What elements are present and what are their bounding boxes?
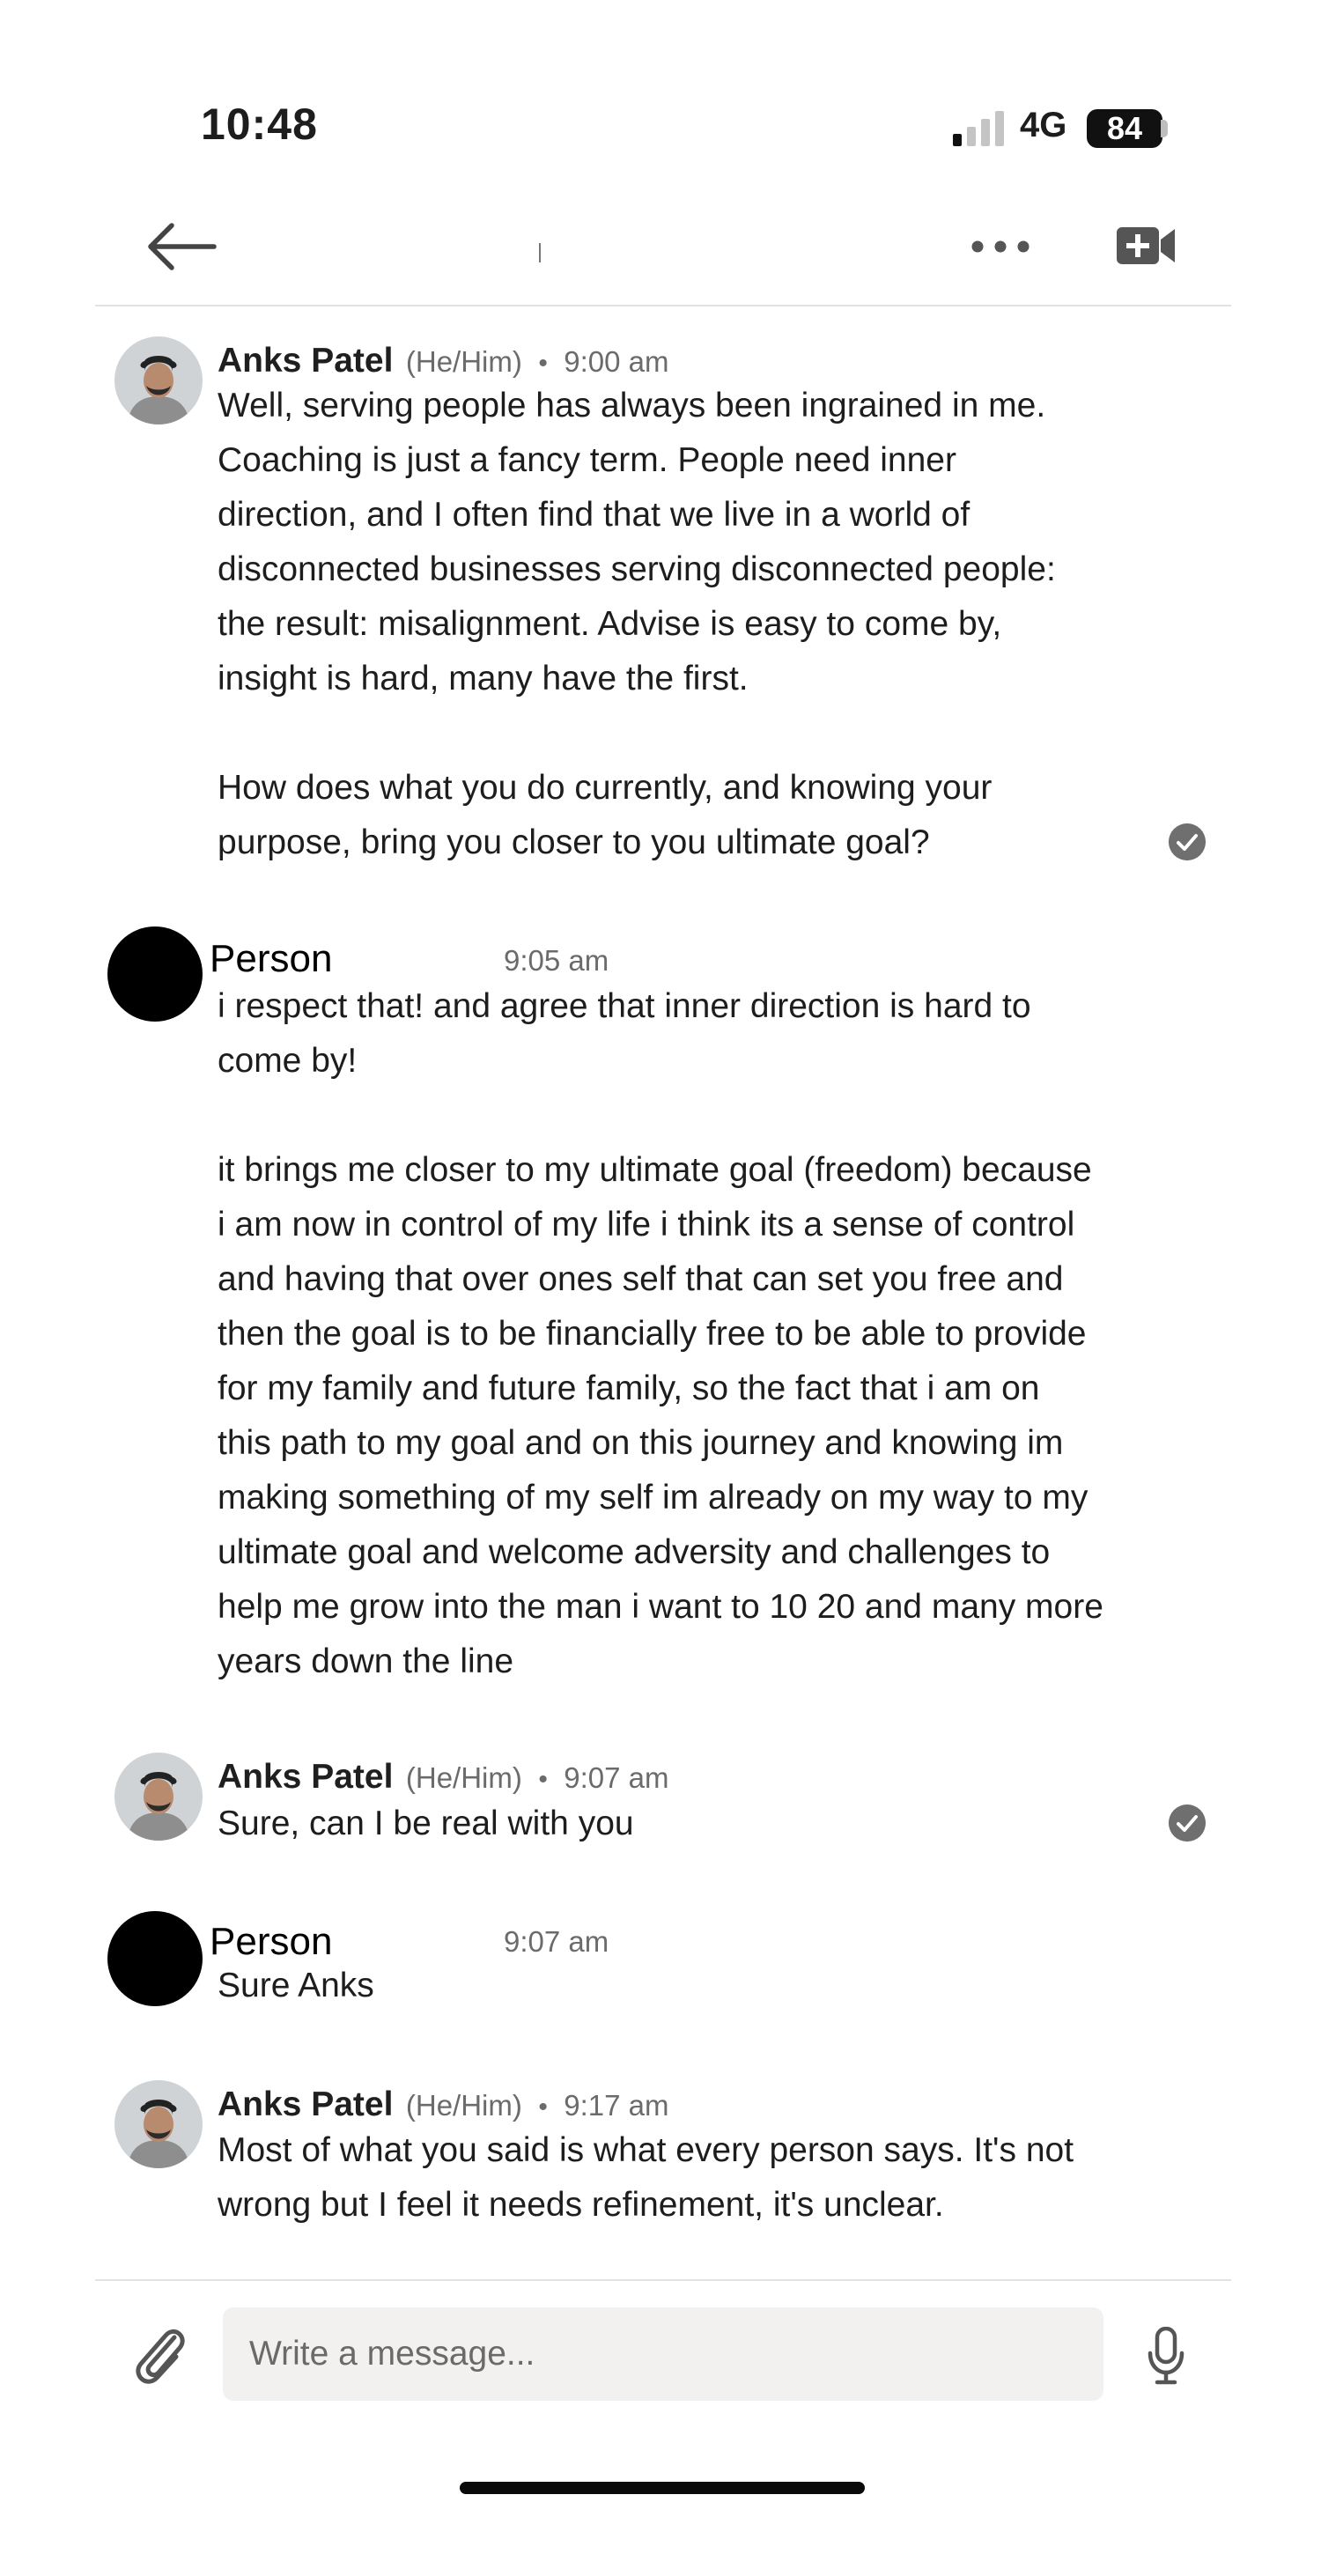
header-divider — [95, 305, 1231, 306]
composer-divider — [95, 2279, 1231, 2281]
message-time: 9:07 am — [564, 1761, 669, 1794]
network-label: 4G — [1020, 106, 1067, 144]
sender-name[interactable]: Anks Patel — [218, 2085, 393, 2123]
message-time: 9:07 am — [504, 1925, 609, 1958]
separator-dot: • — [538, 1765, 548, 1794]
message-text: Sure Anks — [218, 1967, 374, 2004]
signal-icon — [953, 111, 1004, 146]
read-receipt-icon — [1169, 823, 1206, 860]
microphone-icon[interactable] — [1147, 2327, 1185, 2385]
message-text: Well, serving people has always been ing… — [218, 387, 1056, 861]
more-options-icon[interactable] — [969, 229, 1032, 264]
back-arrow-icon[interactable] — [145, 222, 218, 271]
separator-dot: • — [538, 349, 548, 378]
sender-name[interactable]: Anks Patel — [218, 342, 393, 380]
message-input[interactable] — [223, 2307, 1103, 2401]
message-text: i respect that! and agree that inner dir… — [218, 987, 1103, 1680]
avatar[interactable] — [114, 2080, 203, 2168]
video-call-icon[interactable] — [1117, 224, 1177, 268]
sender-name[interactable]: Person — [210, 937, 332, 981]
sender-pronouns: (He/Him) — [405, 2089, 522, 2122]
avatar[interactable] — [107, 1911, 203, 2006]
message-header: Anks Patel (He/Him) • 9:00 am — [218, 342, 669, 380]
message-text: Sure, can I be real with you — [218, 1805, 634, 1842]
sender-name[interactable]: Person — [210, 1920, 332, 1964]
sender-pronouns: (He/Him) — [405, 1761, 522, 1794]
message-text: Most of what you said is what every pers… — [218, 2131, 1074, 2224]
status-time: 10:48 — [201, 100, 318, 149]
avatar[interactable] — [114, 336, 203, 424]
battery-tip — [1161, 120, 1168, 137]
sender-pronouns: (He/Him) — [405, 345, 522, 378]
message-time: 9:00 am — [564, 345, 669, 378]
message-header: Anks Patel (He/Him) • 9:07 am — [218, 1758, 669, 1797]
message-header: Anks Patel (He/Him) • 9:17 am — [218, 2085, 669, 2124]
home-indicator — [460, 2482, 865, 2494]
sender-name[interactable]: Anks Patel — [218, 1758, 393, 1796]
message-time: 9:05 am — [504, 944, 609, 977]
paperclip-icon[interactable] — [130, 2323, 188, 2385]
read-receipt-icon — [1169, 1805, 1206, 1842]
avatar[interactable] — [107, 926, 203, 1022]
avatar[interactable] — [114, 1753, 203, 1841]
header-title-placeholder — [539, 243, 541, 262]
separator-dot: • — [538, 2093, 548, 2122]
battery-indicator: 84 — [1087, 109, 1162, 148]
message-time: 9:17 am — [564, 2089, 669, 2122]
